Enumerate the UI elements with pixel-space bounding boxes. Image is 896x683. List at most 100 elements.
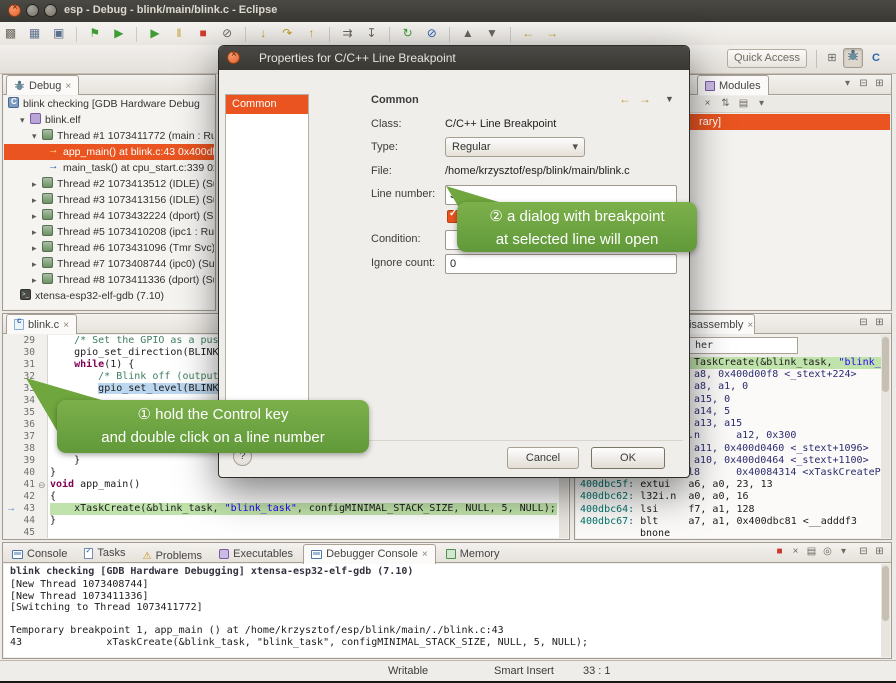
view-menu-icon[interactable] <box>840 78 855 89</box>
line-number[interactable]: 31 <box>7 359 35 371</box>
save-all-icon[interactable]: ▣ <box>48 23 69 43</box>
close-icon[interactable] <box>747 319 753 331</box>
window-close-button[interactable] <box>8 4 21 17</box>
close-icon[interactable] <box>65 80 71 92</box>
expander-closed-icon[interactable] <box>32 240 42 256</box>
run-icon[interactable]: ▶ <box>108 23 129 43</box>
tab-tasks[interactable]: Tasks <box>77 543 132 563</box>
new-wizard-icon[interactable]: ▩ <box>0 23 21 43</box>
window-minimize-button[interactable] <box>26 4 39 17</box>
expander-open-icon[interactable] <box>20 112 30 128</box>
tab-memory[interactable]: Memory <box>439 544 507 564</box>
tab-debug[interactable]: Debug <box>6 75 79 95</box>
line-number[interactable]: 29 <box>7 335 35 347</box>
line-number[interactable]: 38 <box>7 443 35 455</box>
line-number[interactable]: 30 <box>7 347 35 359</box>
forward-icon[interactable]: → <box>639 92 651 106</box>
expander-closed-icon[interactable] <box>32 256 42 272</box>
line-number[interactable]: 32 <box>7 371 35 383</box>
disassembly-row[interactable]: bnone <box>576 528 881 538</box>
view-menu-icon[interactable] <box>836 546 851 557</box>
type-dropdown[interactable]: Regular <box>445 137 585 157</box>
debug-tree-row[interactable]: Thread #2 1073413512 (IDLE) (Susp <box>4 176 214 192</box>
line-number-gutter[interactable]: 29 30 31 32 33 34 35 36 37 38 39 40 41 4… <box>4 335 48 538</box>
prev-annotation-icon[interactable]: ▲ <box>457 23 478 43</box>
expander-closed-icon[interactable] <box>32 208 42 224</box>
tab-blink-c[interactable]: blink.c <box>6 314 77 334</box>
debug-tree-row[interactable]: blink checking [GDB Hardware Debug <box>4 96 214 112</box>
window-maximize-button[interactable] <box>44 4 57 17</box>
quick-access-button[interactable]: Quick Access <box>727 49 807 68</box>
line-number[interactable]: 41 <box>7 479 35 491</box>
fold-collapse-icon[interactable] <box>38 479 48 491</box>
code-line[interactable]: } <box>50 515 557 527</box>
terminate-icon[interactable] <box>772 546 787 557</box>
minimize-icon[interactable] <box>856 78 871 89</box>
back-icon[interactable]: ← <box>619 92 631 106</box>
debug-tree-row[interactable]: Thread #4 1073432224 (dport) (Sus <box>4 208 214 224</box>
expander-open-icon[interactable] <box>32 128 42 144</box>
collapse-all-icon[interactable] <box>736 98 751 109</box>
scrollbar-thumb[interactable] <box>882 566 889 621</box>
tab-debugger-console[interactable]: Debugger Console <box>303 544 436 564</box>
line-number[interactable]: 45 <box>7 527 35 538</box>
tab-problems[interactable]: ⚠Problems <box>136 546 209 566</box>
line-number[interactable]: 35 <box>7 407 35 419</box>
line-number[interactable]: 34 <box>7 395 35 407</box>
minimize-icon[interactable] <box>856 317 871 328</box>
expander-closed-icon[interactable] <box>32 176 42 192</box>
debug-tree-row[interactable]: blink.elf <box>4 112 214 128</box>
debug-tree-row[interactable]: Thread #8 1073411336 (dport) (Sus <box>4 272 214 288</box>
disassembly-row[interactable]: 400dbc5f:extui a6, a0, 23, 13 <box>576 479 881 491</box>
disassembly-row[interactable]: 400dbc62:l32i.n a0, a0, 16 <box>576 491 881 503</box>
code-line[interactable]: { <box>50 491 557 503</box>
maximize-icon[interactable] <box>872 317 887 328</box>
line-number[interactable]: 37 <box>7 431 35 443</box>
line-number[interactable]: 39 <box>7 455 35 467</box>
expander-closed-icon[interactable] <box>32 192 42 208</box>
line-number[interactable]: 33 <box>7 383 35 395</box>
suspend-icon[interactable]: ‖ <box>169 23 190 43</box>
disassembly-row[interactable]: 400dbc67:blt a7, a1, 0x400dbc81 <__adddf… <box>576 516 881 528</box>
clear-console-icon[interactable] <box>804 546 819 557</box>
minimize-icon[interactable] <box>856 546 871 557</box>
restart-icon[interactable]: ↻ <box>397 23 418 43</box>
disconnect-icon[interactable]: ⊘ <box>217 23 238 43</box>
line-number[interactable]: 40 <box>7 467 35 479</box>
console-scrollbar[interactable] <box>881 564 890 657</box>
line-number[interactable]: 44 <box>7 515 35 527</box>
save-icon[interactable]: ▦ <box>24 23 45 43</box>
line-number[interactable]: 42 <box>7 491 35 503</box>
step-into-icon[interactable]: ↓ <box>253 23 274 43</box>
disassembly-scrollbar[interactable] <box>881 335 890 538</box>
open-perspective-icon[interactable]: ⊞ <box>822 48 842 68</box>
debug-tree-row[interactable]: Thread #3 1073413156 (IDLE) (Susp <box>4 192 214 208</box>
scrollbar-thumb[interactable] <box>882 337 889 392</box>
step-over-icon[interactable]: ↷ <box>277 23 298 43</box>
expander-closed-icon[interactable] <box>32 272 42 288</box>
tab-executables[interactable]: Executables <box>212 544 300 564</box>
debug-icon[interactable]: ⚑ <box>84 23 105 43</box>
maximize-icon[interactable] <box>872 546 887 557</box>
pin-console-icon[interactable] <box>820 546 835 557</box>
clear-icon[interactable] <box>700 98 715 109</box>
view-menu-icon[interactable] <box>754 98 769 109</box>
next-annotation-icon[interactable]: ▼ <box>481 23 502 43</box>
line-number[interactable]: 36 <box>7 419 35 431</box>
debug-tree-row[interactable]: Thread #1 1073411772 (main : Runn <box>4 128 214 144</box>
close-icon[interactable] <box>63 319 69 331</box>
close-icon[interactable] <box>422 548 428 560</box>
dialog-title-bar[interactable]: Properties for C/C++ Line Breakpoint <box>219 46 689 70</box>
nav-item-common[interactable]: Common <box>226 95 308 114</box>
refresh-icon[interactable] <box>718 98 733 109</box>
debug-tree-row[interactable]: Thread #5 1073410208 (ipc1 : Runni <box>4 224 214 240</box>
tab-console[interactable]: Console <box>5 544 74 564</box>
resume-icon[interactable]: ▶ <box>144 23 165 43</box>
debug-tree-row[interactable]: xtensa-esp32-elf-gdb (7.10) <box>4 288 214 304</box>
tab-modules[interactable]: Modules <box>697 75 769 95</box>
forward-icon[interactable]: → <box>542 23 563 43</box>
disassembly-row[interactable]: 400dbc64:lsi f7, a1, 128 <box>576 504 881 516</box>
dialog-close-button[interactable] <box>227 51 240 64</box>
ignore-count-input[interactable] <box>445 254 677 274</box>
cpp-perspective-button[interactable]: C <box>866 48 886 68</box>
